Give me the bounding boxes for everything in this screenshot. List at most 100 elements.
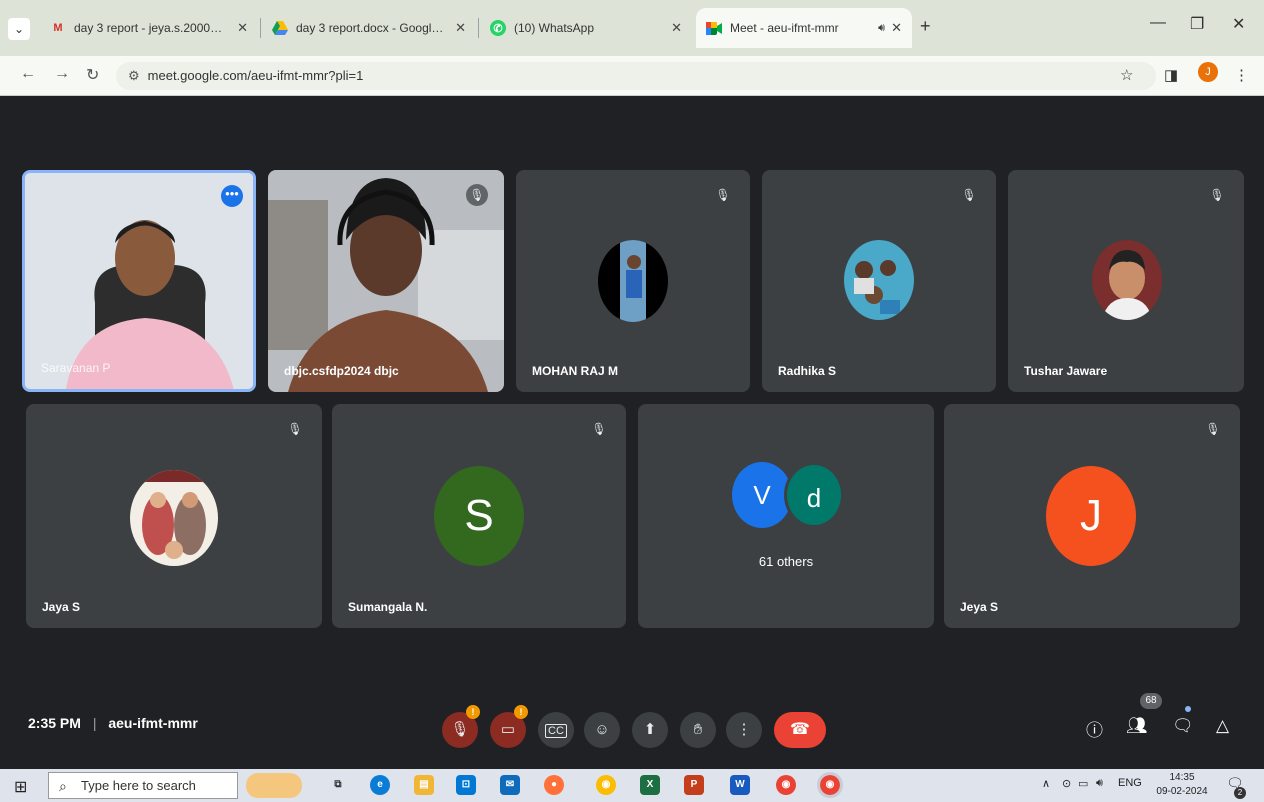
mic-off-icon: 🎙︎ xyxy=(1209,188,1225,202)
mic-off-icon: 🎙︎ xyxy=(1205,422,1221,436)
reactions-button[interactable]: ☺ xyxy=(584,712,620,748)
camera-off-icon: ▭ xyxy=(500,721,516,738)
participant-tile[interactable]: 🎙︎ Radhika S xyxy=(762,170,996,392)
clock-time: 14:35 xyxy=(1169,772,1195,783)
chrome-icon[interactable]: ◉ xyxy=(596,775,616,795)
mic-off-icon: 🎙︎ xyxy=(961,188,977,202)
menu-kebab-icon[interactable]: ⋮ xyxy=(1234,66,1249,84)
participant-tile[interactable]: 🎙︎ J Jeya S xyxy=(944,404,1240,628)
window-close-icon[interactable]: ✕ xyxy=(1232,14,1245,34)
word-icon[interactable]: W xyxy=(730,775,750,795)
leave-call-button[interactable]: ☎︎ xyxy=(774,712,826,748)
back-icon[interactable]: ← xyxy=(20,65,36,83)
tab-title: (10) WhatsApp xyxy=(514,21,595,35)
drive-icon xyxy=(272,20,288,36)
meeting-separator: | xyxy=(92,715,97,731)
chrome-profile-icon[interactable]: ◉ xyxy=(776,775,796,795)
tab-title: day 3 report.docx - Google Dri xyxy=(296,21,450,35)
video-feed xyxy=(268,170,504,392)
meeting-details-icon[interactable]: ⓘ xyxy=(1086,716,1103,741)
address-bar[interactable]: ⚙ meet.google.com/aeu-ifmt-mmr?pli=1 xyxy=(116,62,1156,90)
mail-icon[interactable]: ✉ xyxy=(500,775,520,795)
powerpoint-icon[interactable]: P xyxy=(684,775,704,795)
people-icon[interactable]: 👥︎ xyxy=(1126,716,1148,736)
captions-button[interactable]: CC xyxy=(538,712,574,748)
hand-icon: ✋︎ xyxy=(693,721,703,738)
participant-tile[interactable]: 🎙︎ Jaya S xyxy=(26,404,322,628)
site-settings-icon[interactable]: ⚙ xyxy=(128,68,140,83)
network-icon[interactable]: ▭ xyxy=(1078,777,1088,790)
excel-icon[interactable]: X xyxy=(640,775,660,795)
language-indicator[interactable]: ENG xyxy=(1118,777,1142,789)
meeting-code: aeu-ifmt-mmr xyxy=(108,715,198,731)
windows-taskbar: ⊞ ⌕ Type here to search ⧉ e ▤ ⊡ ✉ ● ◉ X … xyxy=(0,769,1264,802)
participant-name: Jaya S xyxy=(42,600,81,614)
chrome-active-icon[interactable]: ◉ xyxy=(817,772,843,798)
avatar-letter: J xyxy=(1046,466,1136,566)
forward-icon[interactable]: → xyxy=(54,65,70,83)
participant-tile[interactable]: 🎙︎ S Sumangala N. xyxy=(332,404,626,628)
participant-tile[interactable]: ••• Saravanan P xyxy=(22,170,256,392)
side-panel-icon[interactable]: ◨ xyxy=(1164,66,1178,84)
task-view-icon[interactable]: ⧉ xyxy=(328,775,348,795)
avatar xyxy=(844,240,914,320)
close-tab-icon[interactable]: ✕ xyxy=(671,20,682,36)
tab-separator xyxy=(478,18,479,38)
meeting-time: 2:35 PM xyxy=(28,715,81,731)
end-call-icon: ☎︎ xyxy=(790,721,810,738)
mic-off-icon: 🎙︎ xyxy=(287,422,303,436)
tab-title: Meet - aeu-ifmt-mmr xyxy=(730,21,839,35)
others-tile[interactable]: V d 61 others xyxy=(638,404,934,628)
profile-avatar[interactable]: J xyxy=(1198,62,1218,82)
file-explorer-icon[interactable]: ▤ xyxy=(414,775,434,795)
restore-icon[interactable]: ❐ xyxy=(1190,14,1204,34)
whatsapp-icon: ✆ xyxy=(490,20,506,36)
chat-icon[interactable]: 🗨︎ xyxy=(1172,716,1194,736)
clock[interactable]: 14:35 09-02-2024 xyxy=(1150,771,1214,799)
tray-expand-icon[interactable]: ∧ xyxy=(1042,777,1050,790)
participant-tile[interactable]: 🎙︎ Tushar Jaware xyxy=(1008,170,1244,392)
participant-tile[interactable]: 🎙︎ MOHAN RAJ M xyxy=(516,170,750,392)
firefox-icon[interactable]: ● xyxy=(544,775,564,795)
close-tab-icon[interactable]: ✕ xyxy=(891,20,902,36)
meet-icon xyxy=(706,20,722,36)
more-options-icon[interactable]: ••• xyxy=(221,185,243,207)
tab-whatsapp[interactable]: ✆ (10) WhatsApp ✕ xyxy=(480,8,692,48)
tab-separator xyxy=(260,18,261,38)
present-button[interactable]: ⬆︎ xyxy=(632,712,668,748)
meeting-info: 2:35 PM | aeu-ifmt-mmr xyxy=(28,715,198,731)
new-tab-icon[interactable]: + xyxy=(920,16,931,37)
raise-hand-button[interactable]: ✋︎ xyxy=(680,712,716,748)
close-tab-icon[interactable]: ✕ xyxy=(237,20,248,36)
mic-off-icon: 🎙︎ xyxy=(715,188,731,202)
meet-tray-icon[interactable]: ⊙ xyxy=(1062,777,1071,790)
notification-count: 2 xyxy=(1234,787,1246,799)
news-widget-icon[interactable] xyxy=(246,773,302,798)
participant-tile[interactable]: 🎙︎ dbjc.csfdp2024 dbjc xyxy=(268,170,504,392)
participant-name: Radhika S xyxy=(778,364,837,378)
volume-icon[interactable]: 🔊︎ xyxy=(1096,777,1103,790)
search-icon: ⌕ xyxy=(59,778,67,794)
warning-badge: ! xyxy=(514,705,528,719)
avatar xyxy=(130,470,218,566)
more-options-button[interactable]: ⋮ xyxy=(726,712,762,748)
people-count-badge: 68 xyxy=(1140,693,1162,709)
tab-gmail[interactable]: M day 3 report - jeya.s.2000@gm ✕ xyxy=(40,8,258,48)
store-icon[interactable]: ⊡ xyxy=(456,775,476,795)
tab-drive[interactable]: day 3 report.docx - Google Dri ✕ xyxy=(262,8,476,48)
edge-icon[interactable]: e xyxy=(370,775,390,795)
windows-start-icon[interactable]: ⊞ xyxy=(14,777,27,797)
reload-icon[interactable]: ↻ xyxy=(86,65,99,85)
gmail-icon: M xyxy=(53,22,63,34)
close-tab-icon[interactable]: ✕ xyxy=(455,20,466,36)
others-count: 61 others xyxy=(758,554,814,569)
browser-toolbar: ← → ↻ ⚙ meet.google.com/aeu-ifmt-mmr?pli=… xyxy=(0,56,1264,96)
activities-icon[interactable]: △ xyxy=(1216,716,1229,736)
tab-search-dropdown-icon[interactable]: ⌄ xyxy=(8,18,30,40)
bookmark-star-icon[interactable]: ☆ xyxy=(1120,66,1133,84)
speaker-icon[interactable]: 🔊︎ xyxy=(878,22,885,35)
chat-dot-indicator xyxy=(1185,706,1191,712)
minimize-icon[interactable]: — xyxy=(1150,14,1166,32)
tab-meet[interactable]: Meet - aeu-ifmt-mmr 🔊︎ ✕ xyxy=(696,8,912,48)
taskbar-search[interactable]: ⌕ Type here to search xyxy=(48,772,238,799)
